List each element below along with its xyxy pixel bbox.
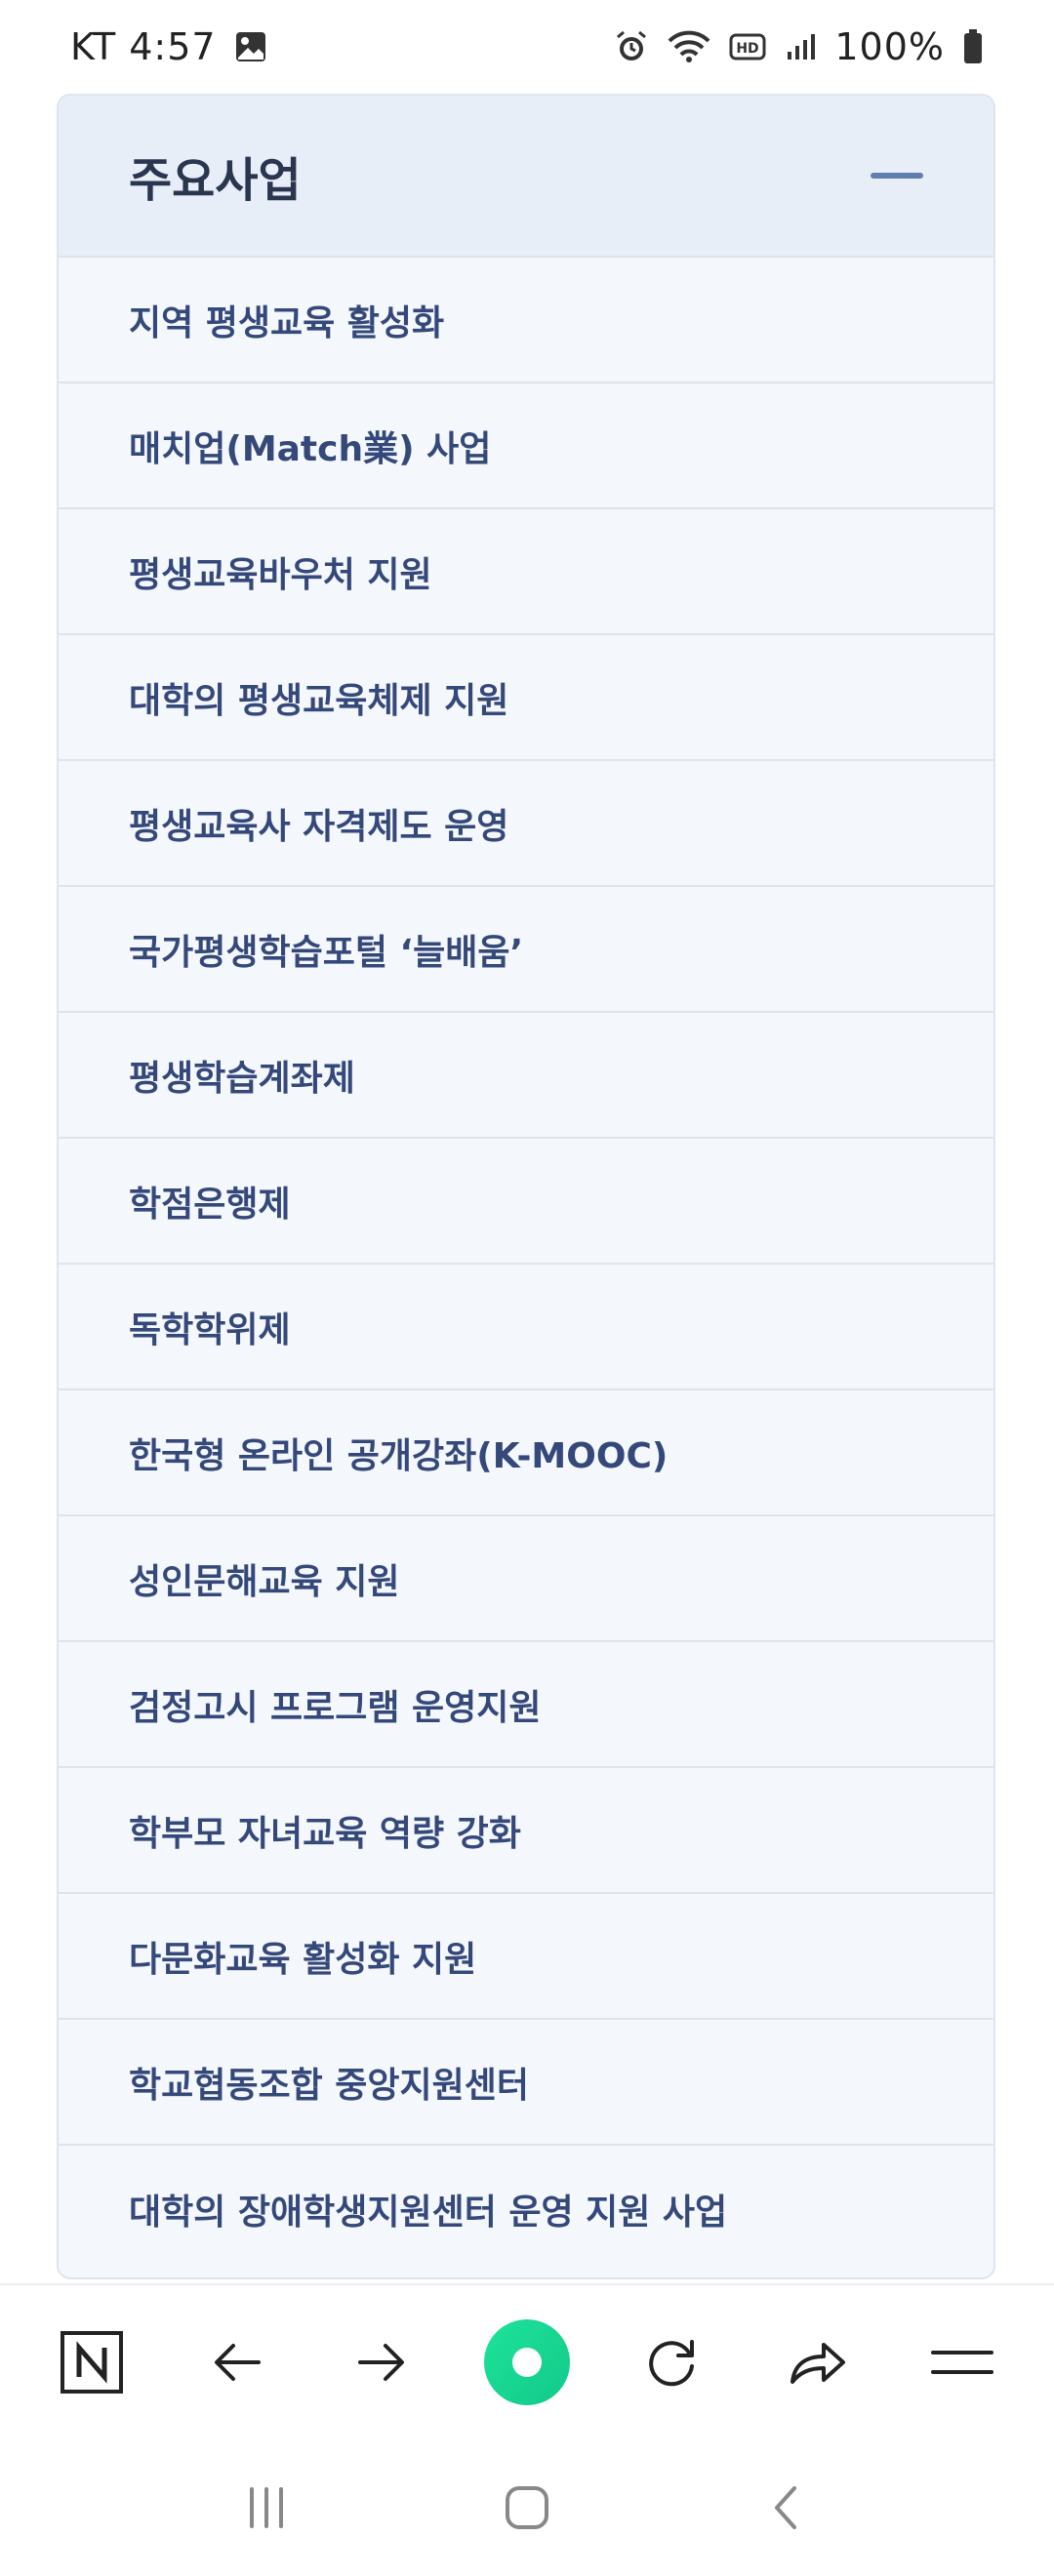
list-item-label: 다문화교육 활성화 지원 <box>129 1939 477 1980</box>
list-item-label: 성인문해교육 지원 <box>129 1561 400 1602</box>
carrier-time: KT 4:57 <box>70 25 217 68</box>
status-right: HD 100% <box>614 25 984 68</box>
signal-icon <box>784 30 817 63</box>
list-item[interactable]: 지역 평생교육 활성화 <box>59 258 993 383</box>
list-item[interactable]: 학점은행제 <box>59 1139 993 1265</box>
back-icon[interactable] <box>739 2459 836 2556</box>
status-left: KT 4:57 <box>70 25 267 68</box>
list-item[interactable]: 독학학위제 <box>59 1265 993 1390</box>
list-item-label: 평생교육바우처 지원 <box>129 554 432 595</box>
list-item[interactable]: 평생교육사 자격제도 운영 <box>59 761 993 887</box>
list-item[interactable]: 학교협동조합 중앙지원센터 <box>59 2020 993 2146</box>
naver-n-icon[interactable] <box>43 2314 141 2411</box>
list-item[interactable]: 성인문해교육 지원 <box>59 1516 993 1642</box>
refresh-icon[interactable] <box>624 2314 721 2411</box>
list-item[interactable]: 검정고시 프로그램 운영지원 <box>59 1642 993 1768</box>
image-icon <box>234 30 267 63</box>
recent-apps-icon[interactable] <box>218 2459 315 2556</box>
list-item-label: 지역 평생교육 활성화 <box>129 302 445 343</box>
list-item-label: 한국형 온라인 공개강좌(K-MOOC) <box>129 1435 669 1476</box>
forward-arrow-icon[interactable] <box>333 2314 430 2411</box>
list-item-label: 국가평생학습포털 ‘늘배움’ <box>129 932 524 973</box>
list-item[interactable]: 한국형 온라인 공개강좌(K-MOOC) <box>59 1390 993 1516</box>
main-business-panel: 주요사업 지역 평생교육 활성화 매치업(Match業) 사업 평생교육바우처 … <box>57 94 995 2279</box>
list-item-label: 평생학습계좌제 <box>129 1058 355 1099</box>
list-item[interactable]: 다문화교육 활성화 지원 <box>59 1894 993 2020</box>
list-item-label: 매치업(Match業) 사업 <box>129 428 492 469</box>
battery-icon <box>962 28 984 65</box>
list-item[interactable]: 학부모 자녀교육 역량 강화 <box>59 1768 993 1894</box>
list-item-label: 학교협동조합 중앙지원센터 <box>129 2065 529 2106</box>
list-item[interactable]: 대학의 장애학생지원센터 운영 지원 사업 <box>59 2146 993 2272</box>
wifi-icon <box>667 29 711 64</box>
list-item-label: 대학의 평생교육체제 지원 <box>129 680 509 721</box>
status-bar: KT 4:57 HD 100% <box>0 0 1054 94</box>
list-item-label: 학점은행제 <box>129 1184 291 1225</box>
browser-toolbar <box>0 2283 1054 2439</box>
list-item[interactable]: 평생교육바우처 지원 <box>59 509 993 635</box>
back-arrow-icon[interactable] <box>188 2314 286 2411</box>
system-nav-bar <box>0 2439 1054 2576</box>
svg-text:HD: HD <box>737 41 759 57</box>
list-item-label: 독학학위제 <box>129 1309 291 1350</box>
list-item[interactable]: 대학의 평생교육체제 지원 <box>59 635 993 761</box>
list-item[interactable]: 매치업(Match業) 사업 <box>59 383 993 509</box>
alarm-icon <box>614 29 649 64</box>
battery-text: 100% <box>834 25 945 68</box>
hd-icon: HD <box>729 31 766 62</box>
menu-icon[interactable] <box>913 2314 1011 2411</box>
home-green-icon[interactable] <box>478 2314 576 2411</box>
list-item-label: 대학의 장애학생지원센터 운영 지원 사업 <box>129 2192 728 2233</box>
list-item[interactable]: 국가평생학습포털 ‘늘배움’ <box>59 887 993 1013</box>
collapse-minus-icon[interactable] <box>871 173 923 179</box>
share-icon[interactable] <box>768 2314 866 2411</box>
home-green-circle <box>483 2319 570 2405</box>
list-item[interactable]: 평생학습계좌제 <box>59 1013 993 1139</box>
home-green-dot <box>511 2348 542 2377</box>
business-list: 지역 평생교육 활성화 매치업(Match業) 사업 평생교육바우처 지원 대학… <box>59 258 993 2272</box>
list-item-label: 학부모 자녀교육 역량 강화 <box>129 1813 521 1854</box>
home-icon[interactable] <box>478 2459 576 2556</box>
list-item-label: 검정고시 프로그램 운영지원 <box>129 1687 542 1728</box>
panel-header[interactable]: 주요사업 <box>59 96 993 258</box>
panel-title: 주요사업 <box>129 153 302 208</box>
list-item-label: 평생교육사 자격제도 운영 <box>129 806 509 847</box>
